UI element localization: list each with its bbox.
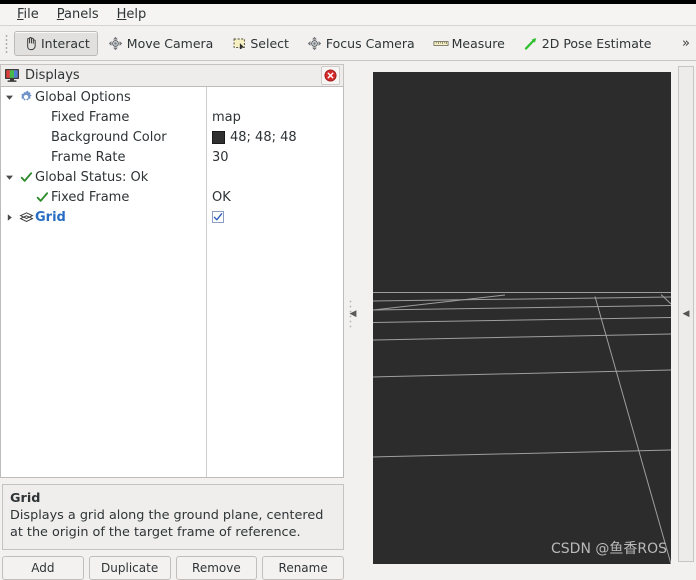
tree-indent-spacer (17, 187, 33, 207)
hand-cursor-icon (22, 36, 38, 52)
menu-bar: File Panels Help (0, 4, 696, 26)
tree-row-grid[interactable]: Grid (1, 207, 343, 227)
toolbar-button-measure-label: Measure (452, 36, 505, 51)
toolbar-button-focus-camera-label: Focus Camera (326, 36, 415, 51)
tree-row-status-fixed-frame[interactable]: Fixed Frame OK (1, 187, 343, 207)
toolbar-button-select-label: Select (250, 36, 289, 51)
tree-row-global-status[interactable]: Global Status: Ok (1, 167, 343, 187)
display-description-box: Grid Displays a grid along the ground pl… (2, 484, 344, 550)
displays-dock: Displays G (0, 64, 344, 564)
toolbar-button-interact-label: Interact (41, 36, 90, 51)
displays-tree[interactable]: Global Options Fixed Frame map Backgroun… (0, 86, 344, 478)
pose-arrow-icon (523, 36, 539, 52)
display-description-title: Grid (10, 491, 40, 506)
tree-indent-spacer (17, 107, 33, 127)
tree-value-grid-checkbox[interactable] (212, 211, 224, 223)
main-toolbar: Interact Move Camera Select (0, 27, 696, 61)
toolbar-button-focus-camera[interactable]: Focus Camera (299, 31, 423, 56)
displays-button-row: Add Duplicate Remove Rename (2, 556, 344, 580)
menu-item-panels[interactable]: Panels (48, 5, 108, 25)
menu-item-help-label: elp (126, 7, 146, 22)
render-panel-frame: CSDN @鱼香ROS (362, 64, 674, 564)
toolbar-button-move-camera[interactable]: Move Camera (100, 31, 222, 56)
move-camera-icon (108, 36, 124, 52)
toolbar-button-select[interactable]: Select (223, 31, 297, 56)
tree-value-frame-rate[interactable]: 30 (212, 150, 229, 165)
checkbox-checked-icon[interactable] (212, 211, 224, 223)
menu-item-file-label: ile (24, 7, 39, 22)
tree-label-fixed-frame: Fixed Frame (51, 110, 129, 125)
chevron-right-icon[interactable] (1, 207, 17, 227)
close-icon[interactable] (321, 66, 340, 85)
select-rectangle-icon (231, 36, 247, 52)
rename-display-button[interactable]: Rename (262, 556, 344, 580)
tree-label-grid: Grid (35, 210, 66, 225)
chevron-down-icon[interactable] (1, 87, 17, 107)
right-panel-collapse-bar[interactable]: ◀ (678, 66, 694, 562)
tree-label-global-status: Global Status: Ok (35, 170, 148, 185)
focus-camera-icon (307, 36, 323, 52)
main-content-area: Displays G (0, 62, 696, 566)
tree-value-background-color-text: 48; 48; 48 (230, 130, 297, 145)
toolbar-drag-handle[interactable] (3, 33, 11, 55)
tree-icon-placeholder (33, 147, 51, 167)
tree-label-status-fixed-frame: Fixed Frame (51, 190, 129, 205)
duplicate-display-button[interactable]: Duplicate (89, 556, 171, 580)
tree-row-frame-rate[interactable]: Frame Rate 30 (1, 147, 343, 167)
tree-value-background-color[interactable]: 48; 48; 48 (212, 130, 297, 145)
display-description-text: Displays a grid along the ground plane, … (10, 508, 323, 540)
display-monitor-icon (4, 68, 20, 84)
gear-icon (17, 87, 35, 107)
tree-row-background-color[interactable]: Background Color 48; 48; 48 (1, 127, 343, 147)
menu-item-file[interactable]: File (8, 5, 48, 25)
remove-display-button[interactable]: Remove (176, 556, 258, 580)
tree-label-background-color: Background Color (51, 130, 167, 145)
tree-label-frame-rate: Frame Rate (51, 150, 125, 165)
toolbar-overflow-button[interactable]: » (678, 36, 696, 51)
menu-item-panels-label: anels (64, 7, 99, 22)
toolbar-button-2d-pose-estimate-label: 2D Pose Estimate (542, 36, 652, 51)
status-ok-check-icon (17, 167, 35, 187)
menu-item-help[interactable]: Help (108, 5, 156, 25)
grid-icon (17, 207, 35, 227)
splitter-grip-dots (349, 299, 352, 329)
grid-plane-graphic (373, 72, 671, 564)
toolbar-button-move-camera-label: Move Camera (127, 36, 214, 51)
tree-icon-placeholder (33, 107, 51, 127)
chevron-down-icon[interactable] (1, 167, 17, 187)
render-view-3d[interactable]: CSDN @鱼香ROS (373, 72, 671, 564)
tree-row-global-options[interactable]: Global Options (1, 87, 343, 107)
tree-indent-spacer (17, 127, 33, 147)
displays-panel-titlebar: Displays (0, 64, 344, 86)
add-display-button[interactable]: Add (2, 556, 84, 580)
tree-indent-spacer (17, 147, 33, 167)
status-ok-check-icon (33, 187, 51, 207)
tree-icon-placeholder (33, 127, 51, 147)
tree-value-status-fixed-frame: OK (212, 190, 231, 205)
color-swatch-icon (212, 131, 225, 144)
tree-row-fixed-frame[interactable]: Fixed Frame map (1, 107, 343, 127)
ruler-icon (433, 36, 449, 52)
toolbar-button-2d-pose-estimate[interactable]: 2D Pose Estimate (515, 31, 660, 56)
tree-label-global-options: Global Options (35, 90, 131, 105)
displays-render-splitter[interactable]: ◀ (346, 64, 360, 564)
displays-panel-title: Displays (25, 68, 80, 83)
toolbar-button-measure[interactable]: Measure (425, 31, 513, 56)
tree-value-fixed-frame[interactable]: map (212, 110, 241, 125)
toolbar-button-interact[interactable]: Interact (14, 31, 98, 56)
collapse-right-arrow-icon[interactable]: ◀ (683, 309, 690, 319)
